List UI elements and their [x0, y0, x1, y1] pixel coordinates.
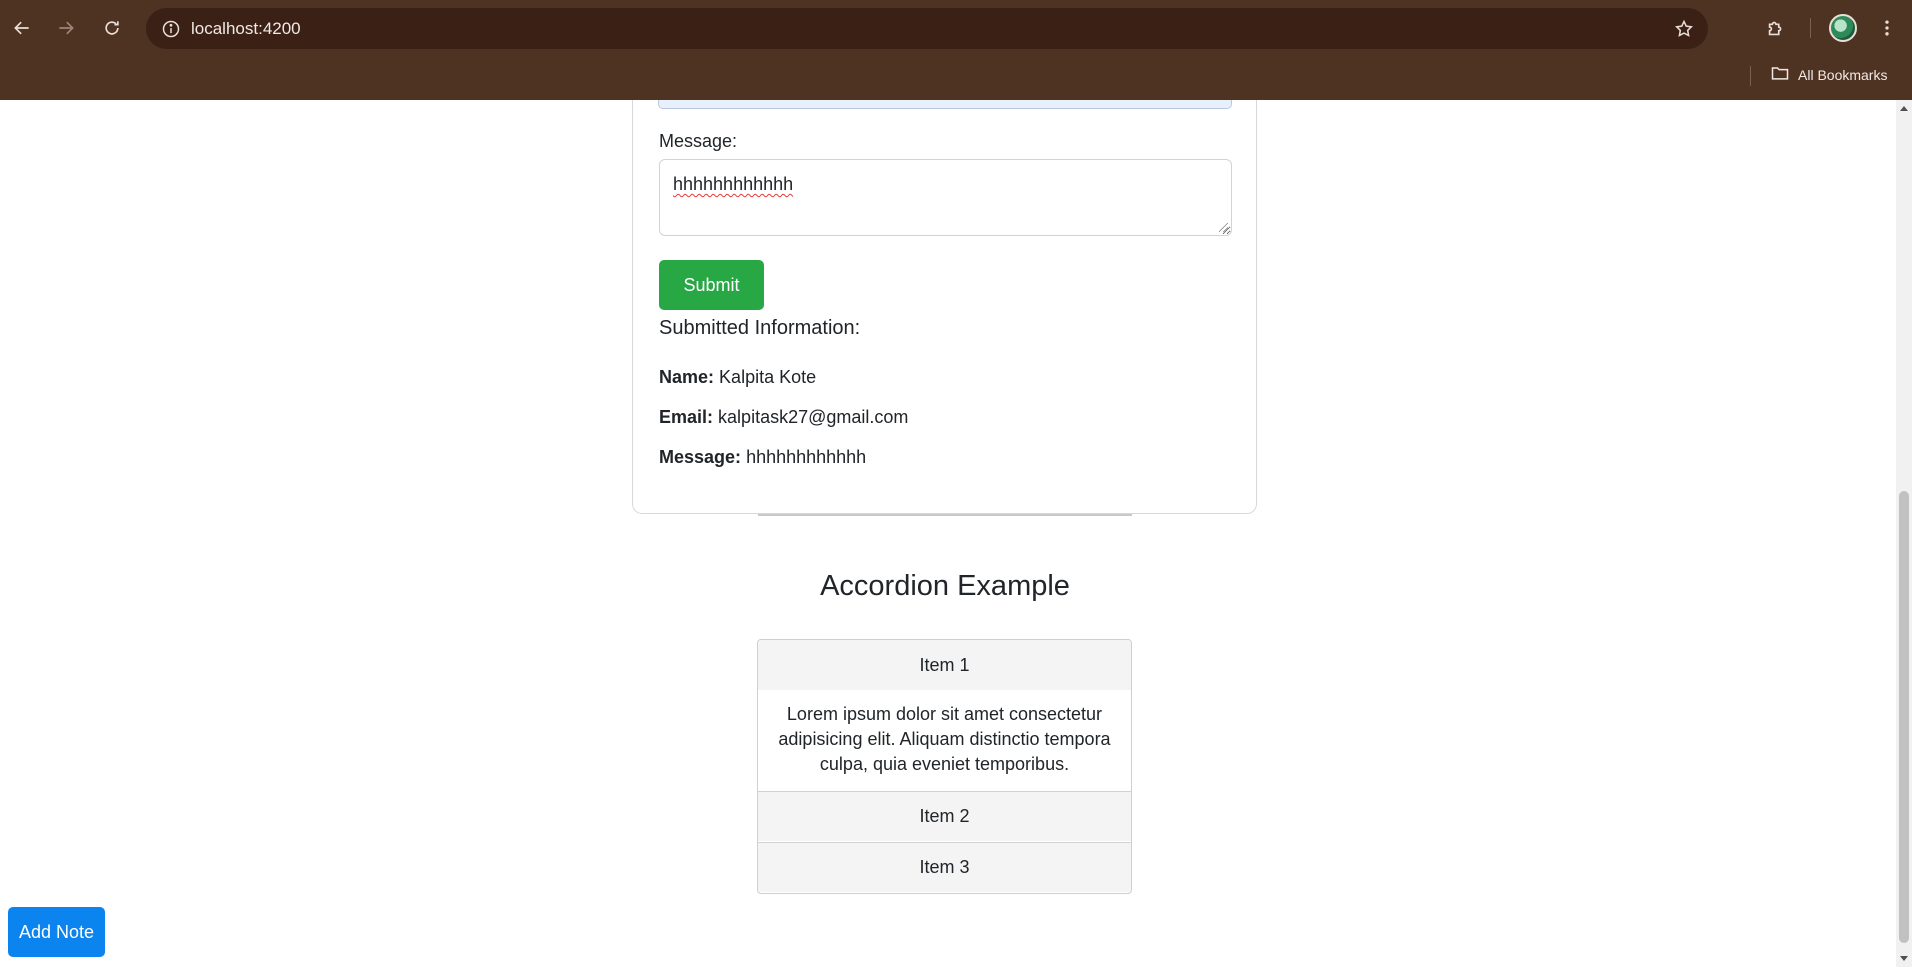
message-label: Message: [659, 131, 738, 151]
submitted-name-value: Kalpita Kote [719, 367, 817, 387]
accordion-item-1-content: Lorem ipsum dolor sit amet consectetur a… [758, 690, 1131, 791]
page-viewport: Message: hhhhhhhhhhhh Submit Submitted I… [0, 100, 1912, 967]
url-text[interactable]: localhost:4200 [191, 19, 301, 39]
submitted-info-heading: Submitted Information: [659, 317, 861, 339]
back-arrow-icon[interactable] [4, 10, 40, 46]
accordion-item-2-header[interactable]: Item 2 [758, 791, 1131, 841]
scrollbar-thumb[interactable] [1899, 491, 1909, 943]
site-info-icon[interactable] [156, 14, 186, 44]
submitted-email-label: Email: [659, 407, 714, 427]
kebab-menu-icon[interactable] [1872, 10, 1902, 46]
all-bookmarks-button[interactable]: All Bookmarks [1770, 63, 1887, 86]
submitted-message-label: Message: [659, 447, 742, 467]
extensions-puzzle-icon[interactable] [1758, 10, 1794, 46]
submitted-email-value: kalpitask27@gmail.com [718, 407, 909, 427]
scroll-down-arrow-icon[interactable] [1900, 956, 1908, 961]
browser-chrome: localhost:4200 All Bookmarks [0, 0, 1912, 100]
submitted-email-row: Email: kalpitask27@gmail.com [659, 407, 908, 428]
add-note-button[interactable]: Add Note [8, 907, 105, 957]
email-input-partial[interactable] [658, 100, 1232, 109]
submitted-message-value: hhhhhhhhhhhh [746, 447, 867, 467]
resize-grip-icon[interactable] [1219, 223, 1228, 232]
all-bookmarks-label: All Bookmarks [1798, 66, 1888, 83]
submitted-message-row: Message: hhhhhhhhhhhh [659, 447, 866, 468]
profile-avatar[interactable] [1829, 14, 1857, 42]
address-bar[interactable]: localhost:4200 [146, 8, 1708, 49]
reload-icon[interactable] [94, 10, 130, 46]
bookmarks-bar: All Bookmarks [0, 56, 1912, 100]
scroll-up-arrow-icon[interactable] [1900, 106, 1908, 111]
divider [758, 514, 1132, 516]
toolbar-separator [1810, 18, 1811, 38]
accordion-title: Accordion Example [820, 570, 1070, 602]
message-textarea[interactable]: hhhhhhhhhhhh [659, 159, 1232, 236]
forward-arrow-icon[interactable] [48, 10, 84, 46]
bookmarks-separator [1750, 66, 1751, 86]
accordion-item-1-header[interactable]: Item 1 [758, 640, 1131, 690]
folder-icon [1770, 63, 1790, 86]
submitted-name-label: Name: [659, 367, 715, 387]
message-textarea-value: hhhhhhhhhhhh [673, 174, 794, 194]
contact-form-card: Message: hhhhhhhhhhhh Submit Submitted I… [632, 100, 1257, 514]
browser-toolbar: localhost:4200 [0, 0, 1912, 56]
page-scrollbar[interactable] [1896, 100, 1912, 967]
submit-button[interactable]: Submit [659, 260, 764, 310]
accordion-item-3-header[interactable]: Item 3 [758, 842, 1131, 892]
accordion: Item 1 Lorem ipsum dolor sit amet consec… [757, 639, 1132, 894]
bookmark-star-icon[interactable] [1668, 13, 1700, 45]
submitted-name-row: Name: Kalpita Kote [659, 367, 816, 388]
